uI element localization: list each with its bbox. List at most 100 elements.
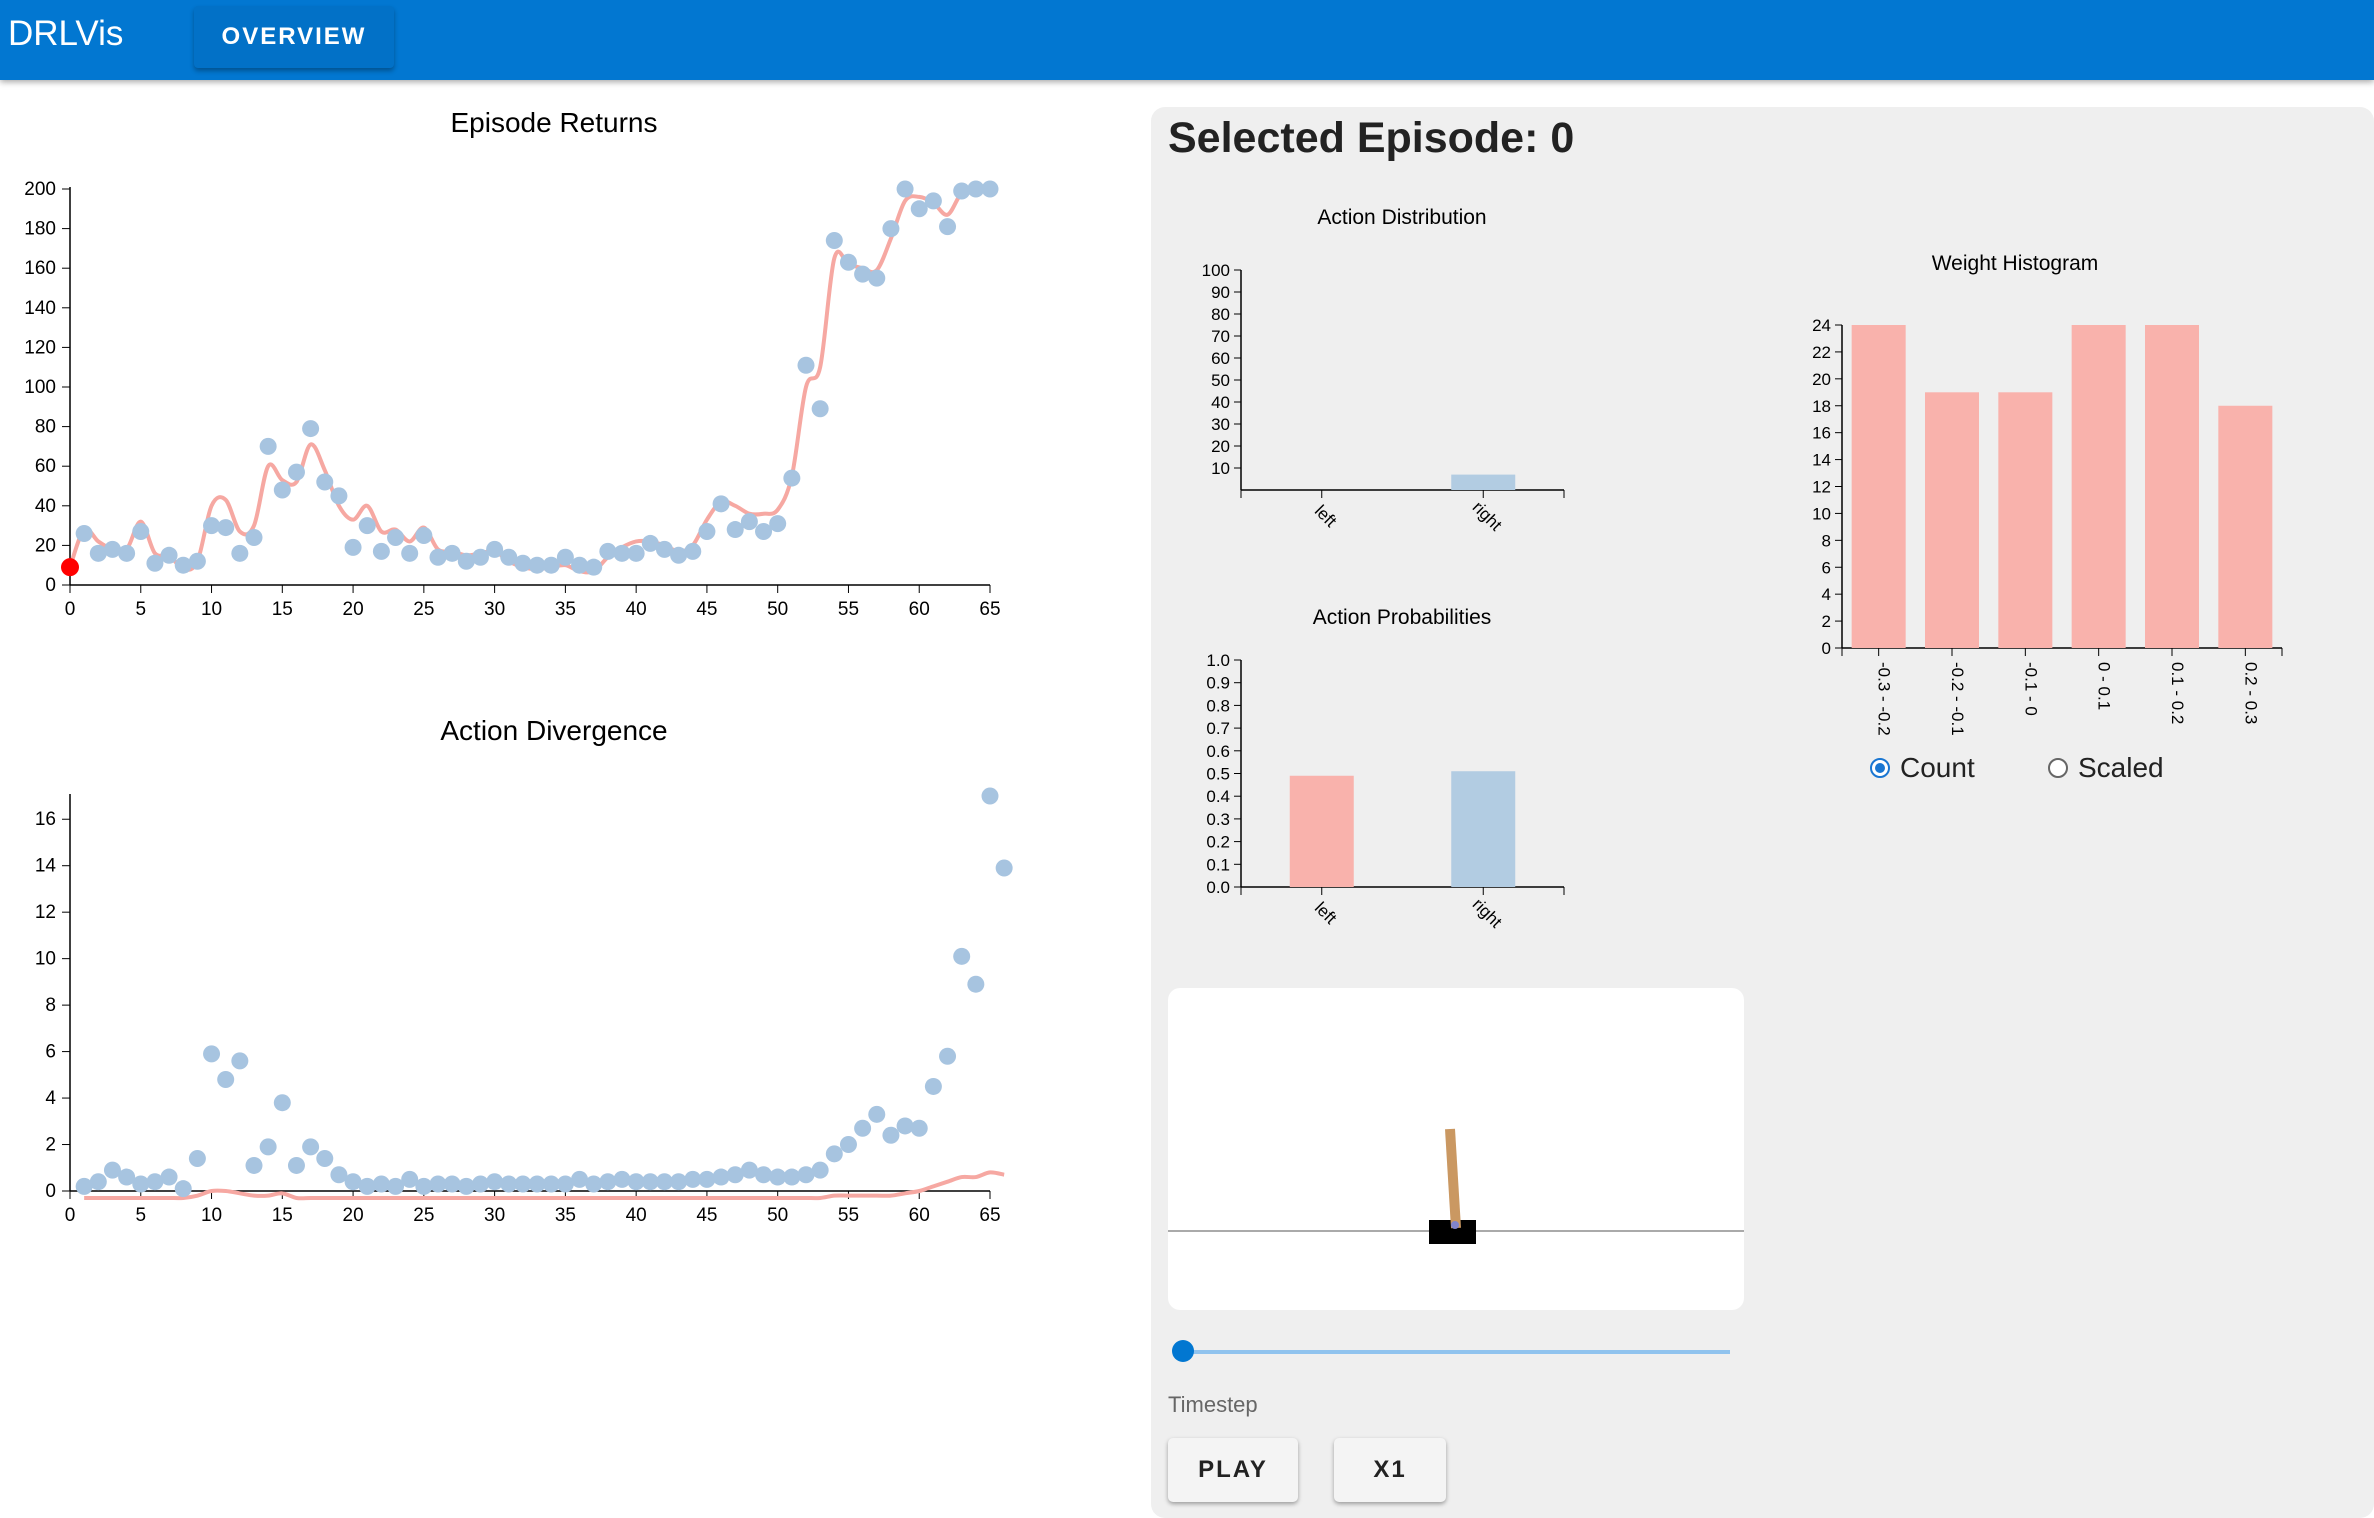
data-point — [457, 1177, 475, 1195]
y-tick-label: 2 — [1822, 612, 1831, 631]
count-radio-option[interactable]: Count — [1870, 752, 1975, 784]
timestep-label: Timestep — [1168, 1392, 1258, 1417]
x-tick-label: 65 — [979, 1205, 1000, 1226]
data-point — [981, 180, 999, 198]
data-point — [868, 269, 886, 287]
y-tick-label: 0.6 — [1206, 742, 1230, 761]
data-point — [783, 469, 801, 487]
app-title: DRLVis — [8, 14, 124, 53]
action-probabilities-chart: Action Probabilities 0.0 0.1 0.2 0.3 0.4 0.5 0.… — [1206, 606, 1565, 932]
data-point — [188, 552, 206, 570]
count-radio-label: Count — [1900, 752, 1975, 783]
data-point — [712, 495, 730, 513]
data-point — [712, 1168, 730, 1186]
y-tick-label: 0.7 — [1206, 719, 1230, 738]
x-tick-label: 0 — [65, 1205, 76, 1226]
x-tick-label: right — [1469, 895, 1506, 932]
y-tick-label: 100 — [1202, 261, 1230, 280]
x-tick-label: 25 — [413, 1205, 434, 1226]
y-tick-label: 20 — [1211, 437, 1230, 456]
data-point — [981, 787, 999, 805]
data-point — [316, 473, 334, 491]
y-tick-label: 40 — [35, 496, 56, 517]
x-tick-label: right — [1469, 498, 1506, 535]
x-tick-label: -0.3 - -0.2 — [1875, 662, 1894, 736]
data-point — [372, 542, 390, 560]
data-point — [415, 527, 433, 544]
episode-returns-chart[interactable]: Episode Returns 0 5 10 15 20 25 30 35 40 45 50 55 60 6… — [0, 100, 1100, 660]
data-point — [755, 1166, 773, 1184]
chart-title: Action Probabilities — [1313, 606, 1492, 629]
data-point — [231, 544, 249, 562]
data-point — [811, 1161, 829, 1179]
x-tick-label: 50 — [767, 599, 788, 620]
play-button[interactable]: PLAY — [1168, 1438, 1298, 1502]
x-tick-label: 30 — [484, 599, 505, 620]
timestep-slider-track[interactable] — [1183, 1350, 1730, 1354]
data-point — [287, 463, 305, 481]
data-point — [245, 528, 263, 546]
bar — [1289, 775, 1354, 887]
data-point — [188, 1149, 206, 1167]
data-point — [75, 525, 93, 543]
y-tick-label: 30 — [1211, 415, 1230, 434]
x-tick-label: -0.1 - 0 — [2021, 662, 2040, 716]
y-tick-label: 120 — [24, 337, 56, 358]
bar — [1451, 771, 1516, 887]
data-point — [868, 1105, 886, 1123]
y-tick-label: 0.9 — [1206, 674, 1230, 693]
data-point — [924, 192, 942, 210]
data-point — [259, 437, 277, 455]
y-tick-label: 12 — [1812, 478, 1831, 497]
count-radio-icon[interactable] — [1870, 758, 1890, 778]
x-tick-label: 20 — [343, 599, 364, 620]
data-point — [415, 1177, 433, 1195]
y-tick-label: 2 — [45, 1135, 56, 1156]
data-point — [358, 1177, 376, 1195]
y-tick-label: 1.0 — [1206, 651, 1230, 670]
data-point — [769, 515, 787, 533]
data-point — [882, 220, 900, 238]
data-point — [684, 542, 702, 560]
data-point — [259, 1138, 277, 1156]
x-tick-label: 15 — [272, 1205, 293, 1226]
y-tick-label: 10 — [1211, 459, 1230, 478]
selected-episode-title: Selected Episode: 0 — [1168, 114, 1575, 162]
y-tick-label: 6 — [1822, 558, 1831, 577]
overview-button[interactable]: OVERVIEW — [194, 6, 394, 68]
data-point — [698, 1170, 716, 1188]
data-point — [217, 1070, 235, 1088]
data-point — [302, 420, 320, 438]
scaled-radio-icon[interactable] — [2048, 758, 2068, 778]
data-point — [443, 1175, 461, 1193]
data-point — [825, 1145, 843, 1163]
data-point — [174, 1180, 192, 1198]
y-tick-label: 10 — [35, 949, 56, 970]
y-tick-label: 14 — [1812, 451, 1831, 470]
y-tick-label: 16 — [35, 809, 56, 830]
data-point — [585, 558, 603, 576]
y-tick-label: 0.0 — [1206, 878, 1230, 897]
selected-episode-point — [61, 558, 79, 577]
x-tick-label: 10 — [201, 1205, 222, 1226]
scaled-radio-option[interactable]: Scaled — [2048, 752, 2164, 784]
chart-title: Action Distribution — [1317, 206, 1486, 229]
data-point — [287, 1156, 305, 1174]
speed-button[interactable]: X1 — [1334, 1438, 1446, 1502]
y-tick-label: 8 — [45, 995, 56, 1016]
data-point — [670, 1173, 688, 1191]
y-tick-label: 0.8 — [1206, 696, 1230, 715]
data-point — [839, 253, 857, 271]
data-point — [486, 1173, 504, 1191]
y-tick-label: 14 — [35, 856, 57, 877]
y-tick-label: 6 — [45, 1042, 56, 1063]
x-tick-label: 65 — [979, 599, 1000, 620]
y-tick-label: 4 — [45, 1088, 56, 1109]
x-tick-label: 10 — [201, 599, 222, 620]
action-divergence-chart[interactable]: Action Divergence0 5 10 15 20 25 30 35 40 45 50 55 6… — [0, 700, 1100, 1240]
smoothed-trend-line — [68, 186, 991, 575]
timestep-slider-thumb[interactable] — [1172, 1340, 1194, 1362]
bar — [1925, 392, 1979, 648]
data-point — [203, 1045, 221, 1063]
data-point — [89, 1173, 107, 1191]
